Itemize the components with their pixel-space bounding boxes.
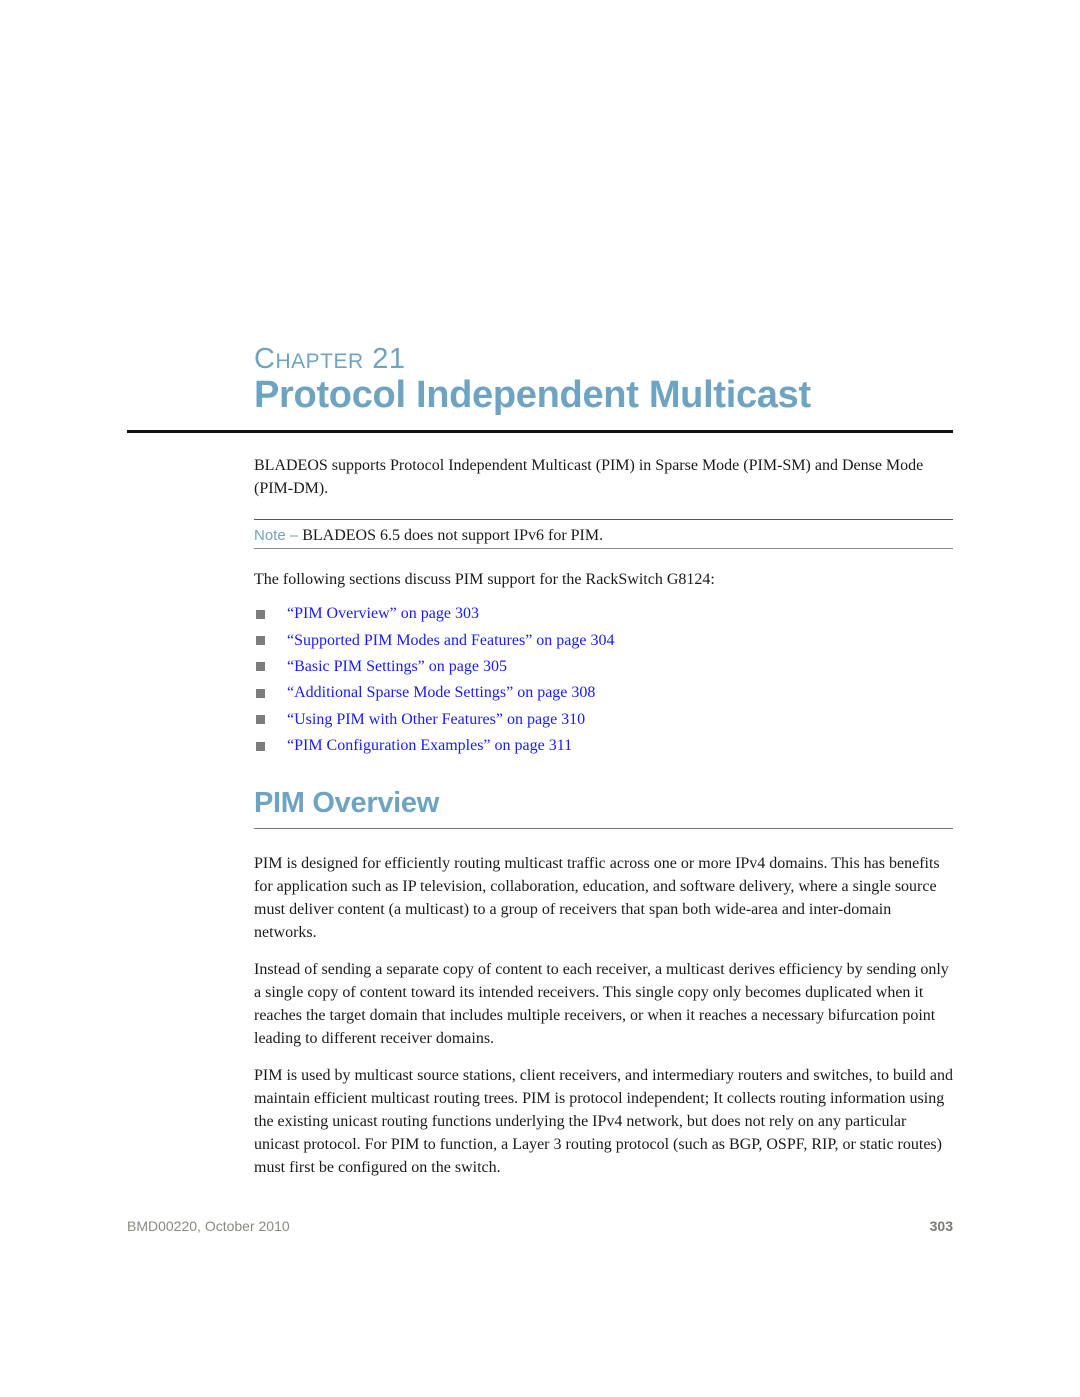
toc-item: “Supported PIM Modes and Features” on pa…	[254, 627, 615, 653]
toc-lead-text: The following sections discuss PIM suppo…	[254, 571, 715, 588]
toc-item: “Using PIM with Other Features” on page …	[254, 707, 615, 733]
toc-link-sparse-mode-settings[interactable]: “Additional Sparse Mode Settings” on pag…	[287, 684, 595, 702]
body-paragraph: PIM is used by multicast source stations…	[254, 1067, 953, 1176]
note-label: Note –	[254, 527, 299, 544]
note-text: BLADEOS 6.5 does not support IPv6 for PI…	[298, 527, 604, 544]
note-content: Note – BLADEOS 6.5 does not support IPv6…	[254, 524, 603, 547]
toc-item: “PIM Overview” on page 303	[254, 601, 615, 627]
intro-paragraph: BLADEOS supports Protocol Independent Mu…	[254, 457, 924, 497]
section-title: PIM Overview	[254, 787, 439, 819]
square-bullet-icon	[256, 715, 265, 725]
chapter-label-initial: C	[254, 343, 276, 375]
square-bullet-icon	[256, 662, 265, 672]
toc-list: “PIM Overview” on page 303 “Supported PI…	[254, 601, 615, 759]
footer-page-number: 303	[929, 1218, 953, 1234]
toc-item: “Additional Sparse Mode Settings” on pag…	[254, 680, 615, 706]
chapter-label-rest: HAPTER	[275, 350, 364, 373]
square-bullet-icon	[256, 741, 265, 751]
chapter-title: Protocol Independent Multicast	[254, 374, 811, 416]
toc-item: “PIM Configuration Examples” on page 311	[254, 733, 615, 759]
toc-link-config-examples[interactable]: “PIM Configuration Examples” on page 311	[287, 737, 572, 755]
toc-link-supported-modes[interactable]: “Supported PIM Modes and Features” on pa…	[287, 632, 615, 650]
body-paragraph: PIM is designed for efficiently routing …	[254, 855, 940, 941]
toc-link-other-features[interactable]: “Using PIM with Other Features” on page …	[287, 711, 585, 729]
section-divider	[254, 828, 953, 829]
chapter-number: 21	[372, 343, 406, 375]
toc-link-basic-settings[interactable]: “Basic PIM Settings” on page 305	[287, 658, 507, 676]
square-bullet-icon	[256, 636, 265, 646]
toc-link-pim-overview[interactable]: “PIM Overview” on page 303	[287, 605, 479, 623]
square-bullet-icon	[256, 609, 265, 619]
toc-item: “Basic PIM Settings” on page 305	[254, 654, 615, 680]
chapter-divider	[127, 430, 953, 433]
footer-doc-id: BMD00220, October 2010	[127, 1218, 290, 1234]
body-paragraph: Instead of sending a separate copy of co…	[254, 961, 949, 1047]
note-box: Note – BLADEOS 6.5 does not support IPv6…	[254, 519, 953, 549]
square-bullet-icon	[256, 688, 265, 698]
